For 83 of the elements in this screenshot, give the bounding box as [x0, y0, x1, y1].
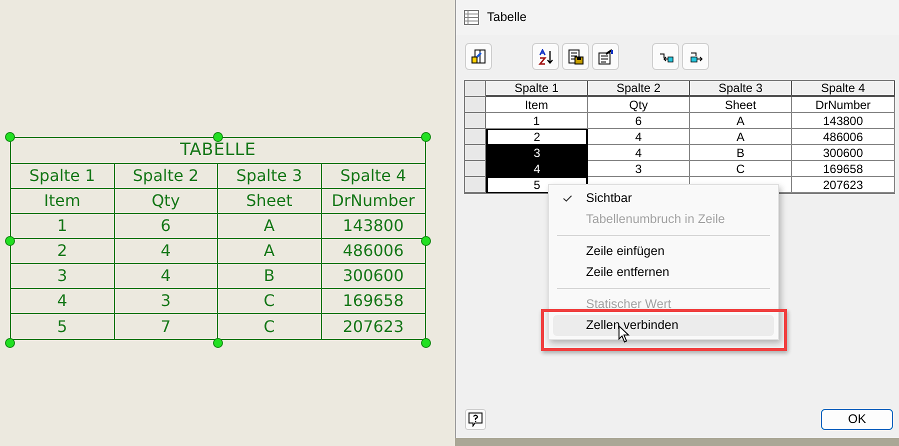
row-header[interactable] — [465, 177, 486, 193]
table-cell[interactable]: 143800 — [792, 113, 895, 129]
table-cell[interactable]: 4 — [486, 161, 588, 177]
drawing-cell: Spalte 3 — [218, 164, 322, 188]
table-cell[interactable]: 169658 — [792, 161, 895, 177]
selection-handle[interactable] — [421, 236, 431, 246]
drawing-cell: Spalte 1 — [11, 164, 114, 188]
table-cell[interactable]: 207623 — [792, 177, 895, 193]
drawing-cell-text: DrNumber — [330, 190, 416, 212]
window-title: Tabelle — [487, 9, 527, 26]
drawing-cell: Spalte 2 — [114, 164, 218, 188]
drawing-cell: A — [218, 239, 322, 263]
table-cell[interactable]: 2 — [486, 129, 588, 145]
table-link-icon — [470, 48, 486, 64]
toolbar-button[interactable] — [682, 43, 709, 70]
selection-handle[interactable] — [5, 132, 15, 142]
drawing-cell-text: 169658 — [342, 290, 405, 312]
help-icon — [468, 412, 483, 427]
table-cell[interactable]: 6 — [588, 113, 690, 129]
toolbar-button[interactable] — [652, 43, 679, 70]
selection-handle[interactable] — [421, 338, 431, 348]
table-cell[interactable]: 4 — [588, 129, 690, 145]
menu-item[interactable]: Zeile entfernen — [553, 262, 774, 283]
drawing-cell-text: Spalte 4 — [339, 165, 408, 187]
row-header[interactable] — [465, 145, 486, 161]
column-header[interactable]: Spalte 1 — [486, 81, 588, 97]
drawing-cell-text: 300600 — [342, 265, 405, 287]
drawing-cell: Sheet — [218, 189, 322, 213]
drawing-cell: 3 — [114, 289, 218, 313]
selection-handle[interactable] — [421, 132, 431, 142]
save-table-icon — [568, 48, 584, 64]
help-button[interactable] — [465, 409, 486, 430]
table-cell[interactable]: 3 — [486, 145, 588, 161]
row-header[interactable] — [465, 97, 486, 113]
drawing-cell-text: 207623 — [342, 316, 405, 338]
ok-button[interactable]: OK — [821, 409, 893, 430]
toolbar-button[interactable] — [465, 43, 492, 70]
row-header[interactable] — [465, 113, 486, 129]
column-header[interactable]: Spalte 4 — [792, 81, 895, 97]
drawing-cell-text: 143800 — [342, 215, 405, 237]
properties-icon — [598, 48, 614, 64]
selection-handle[interactable] — [213, 132, 223, 142]
menu-item[interactable]: Zellen verbinden — [553, 315, 774, 336]
drawing-cell: 4 — [114, 264, 218, 288]
column-header[interactable]: Spalte 2 — [588, 81, 690, 97]
table-cell[interactable]: 4 — [588, 145, 690, 161]
table-cell[interactable]: DrNumber — [792, 97, 895, 113]
toolbar-button[interactable] — [592, 43, 619, 70]
drawing-table[interactable]: TABELLE Spalte 1 Spalte 2 Spalte 3 Spalte 4 Item Qty Sheet DrNumber 1 6 A 143800 2 4 A 486006 3 4 B 300600 4 3 C 169658 5 7 C 207623 — [10, 137, 426, 340]
table-icon — [464, 10, 479, 25]
row-header[interactable] — [465, 129, 486, 145]
drawing-cell: 3 — [11, 264, 114, 288]
drawing-cell: 4 — [11, 289, 114, 313]
table-cell[interactable]: Item — [486, 97, 588, 113]
table-cell[interactable]: Qty — [588, 97, 690, 113]
drawing-cell: 4 — [114, 239, 218, 263]
table-cell[interactable]: 3 — [588, 161, 690, 177]
table-cell[interactable]: A — [690, 113, 792, 129]
drawing-cell: B — [218, 264, 322, 288]
drawing-cell: Item — [11, 189, 114, 213]
table-cell[interactable]: 486006 — [792, 129, 895, 145]
drawing-cell: C — [218, 289, 322, 313]
table-cell[interactable]: B — [690, 145, 792, 161]
toolbar-button[interactable] — [532, 43, 559, 70]
table-cell[interactable]: 300600 — [792, 145, 895, 161]
sort-icon — [538, 48, 554, 64]
menu-item[interactable]: Zeile einfügen — [553, 241, 774, 262]
drawing-cell: Qty — [114, 189, 218, 213]
selection-handle[interactable] — [5, 338, 15, 348]
drawing-cell-text: 486006 — [342, 240, 405, 262]
selection-handle[interactable] — [213, 338, 223, 348]
table-cell[interactable]: C — [690, 161, 792, 177]
drawing-cell: 6 — [114, 214, 218, 238]
selection-handle[interactable] — [5, 236, 15, 246]
table-cell[interactable]: A — [690, 129, 792, 145]
table-cell[interactable]: 1 — [486, 113, 588, 129]
row-header[interactable] — [465, 161, 486, 177]
check-icon — [563, 195, 572, 202]
column-header[interactable]: Spalte 3 — [690, 81, 792, 97]
toolbar-button[interactable] — [562, 43, 589, 70]
drawing-cell: A — [218, 214, 322, 238]
drawing-cell: 5 — [11, 314, 114, 339]
table-cell[interactable]: Sheet — [690, 97, 792, 113]
